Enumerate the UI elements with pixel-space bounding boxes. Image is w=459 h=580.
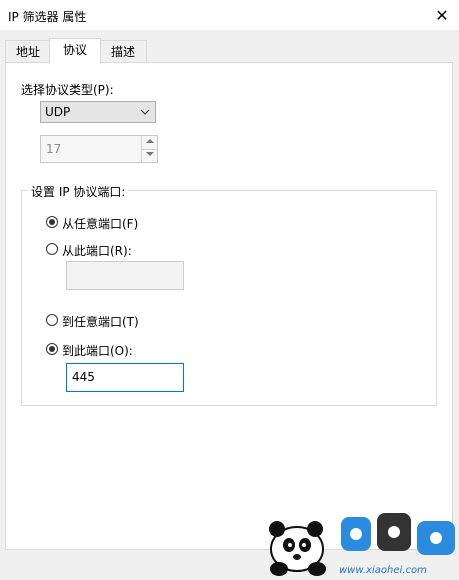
title-bar: IP 筛选器 属性 ✕ [0,0,459,30]
to-port-field[interactable]: 445 [66,363,184,392]
protocol-number-spinner[interactable]: 17 [40,135,158,163]
protocol-type-label: 选择协议类型(P): [21,83,114,97]
tab-description-label: 描述 [110,45,135,59]
window-title: IP 筛选器 属性 [8,10,87,24]
from-any-port-radio[interactable] [46,216,58,228]
from-this-port-radio[interactable] [46,243,58,255]
tab-description[interactable]: 描述 [99,40,147,63]
to-this-port-radio[interactable] [46,343,58,355]
spinner-buttons [141,136,157,162]
protocol-number-value: 17 [46,142,62,156]
spinner-down-button[interactable] [142,149,157,162]
close-button[interactable]: ✕ [425,0,459,30]
port-group-title: 设置 IP 协议端口: [28,183,129,200]
from-any-port-label[interactable]: 从任意端口(F) [62,215,138,232]
close-icon[interactable]: ✕ [435,6,448,25]
watermark-logo: www.xiaohei.com [259,507,459,577]
panda-logo-icon: www.xiaohei.com [269,513,455,576]
watermark-text: www.xiaohei.com [339,565,427,576]
from-this-port-label[interactable]: 从此端口(R): [62,242,132,259]
spinner-up-button[interactable] [142,136,157,150]
to-port-value: 445 [72,370,95,384]
from-port-field[interactable] [66,261,184,290]
tab-protocol-label: 协议 [62,43,87,57]
tab-address[interactable]: 地址 [5,40,51,63]
to-this-port-label[interactable]: 到此端口(O): [62,342,133,359]
tab-address-label: 地址 [15,45,40,59]
protocol-type-select[interactable]: UDP [40,101,156,123]
to-any-port-radio[interactable] [46,314,58,326]
to-any-port-label[interactable]: 到任意端口(T) [62,313,139,330]
chevron-down-icon [140,102,150,129]
protocol-type-value: UDP [45,105,71,119]
tab-protocol[interactable]: 协议 [49,38,101,64]
